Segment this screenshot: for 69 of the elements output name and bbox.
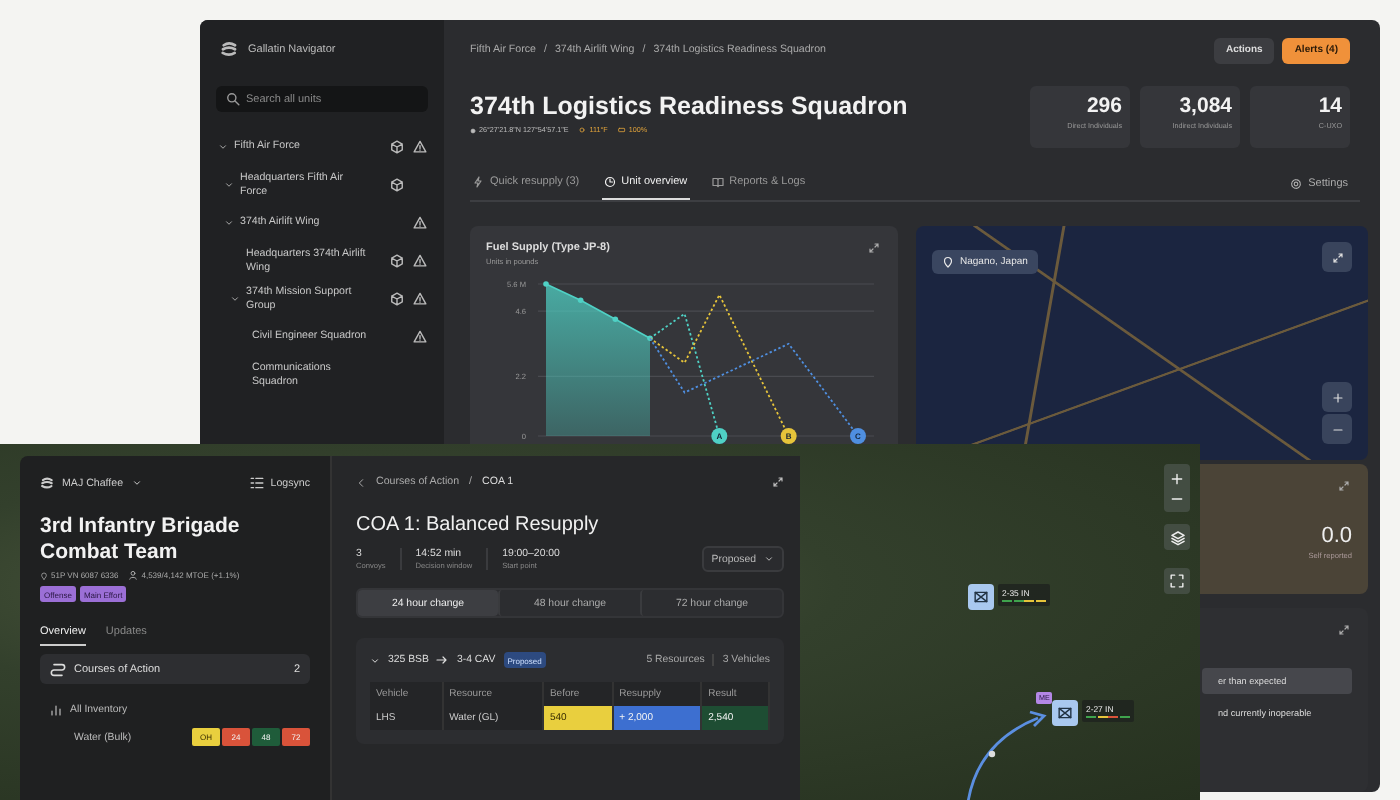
expand-icon [772, 476, 784, 488]
warning-icon [412, 216, 428, 230]
chevron-down-icon [230, 294, 240, 304]
logo-icon [220, 40, 238, 58]
data-point [577, 297, 584, 304]
expand-button[interactable] [1322, 242, 1352, 272]
expand-icon [868, 242, 880, 254]
chevron-down-icon [224, 180, 234, 190]
person-icon [128, 570, 139, 580]
battery-icon [617, 126, 626, 134]
logo-icon [40, 476, 54, 490]
cube-icon [390, 254, 404, 268]
chevron-down-icon [764, 554, 774, 564]
data-point [612, 316, 619, 323]
warning-icon [412, 330, 428, 344]
zoom-in-button[interactable] [1322, 382, 1352, 412]
metric-value: 0.0 [1321, 524, 1352, 548]
clock-icon [603, 176, 616, 188]
plus-icon [1331, 391, 1343, 403]
stat-value: 14 [1316, 94, 1342, 118]
warning-icon [412, 254, 428, 268]
cube-icon [390, 140, 404, 154]
fullscreen-icon [1170, 574, 1184, 588]
expand-icon [1338, 624, 1350, 636]
route-icon [50, 661, 66, 677]
route-arrow [962, 706, 1050, 800]
cube-icon [390, 292, 404, 306]
sync-list-icon [250, 476, 265, 490]
data-point [647, 335, 653, 342]
chevron-down-icon [218, 142, 228, 152]
unit-symbol-icon [972, 590, 990, 604]
stat-value: 296 [1084, 94, 1122, 118]
cube-icon [390, 178, 405, 192]
pin-icon [942, 256, 954, 268]
expand-button[interactable] [1338, 624, 1350, 636]
expand-icon [1338, 480, 1350, 492]
data-point [543, 281, 549, 287]
layers-icon [1169, 529, 1185, 545]
page-title: 374th Logistics Readiness Squadron [470, 92, 908, 120]
warning-icon [412, 140, 428, 154]
chevron-down-icon [131, 478, 142, 488]
arrow-right-icon [436, 654, 449, 666]
gear-icon [1290, 177, 1303, 189]
location-dot-icon [470, 127, 476, 133]
sun-icon [578, 126, 587, 134]
expand-icon [1331, 251, 1343, 263]
chevron-down-icon [370, 655, 380, 665]
stat-value: 3,084 [1177, 94, 1232, 118]
bolt-icon [472, 176, 484, 188]
bar-chart-icon [50, 704, 62, 716]
unit-marker[interactable] [1052, 700, 1078, 726]
expand-button[interactable] [868, 242, 880, 254]
book-icon [711, 176, 724, 188]
chevron-down-icon [224, 218, 234, 228]
zoom-controls[interactable] [1164, 464, 1190, 512]
unit-marker[interactable] [968, 584, 994, 610]
unit-symbol-icon [1056, 706, 1074, 720]
warning-icon [412, 292, 428, 306]
zoom-out-button[interactable] [1322, 414, 1352, 444]
minus-icon [1331, 423, 1343, 435]
unit-title: 3rd Infantry Brigade Combat Team [40, 514, 242, 564]
search-icon [226, 92, 240, 106]
fullscreen-button[interactable] [1164, 568, 1190, 594]
expand-button[interactable] [1338, 480, 1350, 492]
back-icon [356, 477, 366, 487]
layers-button[interactable] [1164, 524, 1190, 550]
coa-title: COA 1: Balanced Resupply [356, 514, 601, 536]
pin-icon [40, 571, 48, 579]
plus-icon [1170, 471, 1184, 485]
